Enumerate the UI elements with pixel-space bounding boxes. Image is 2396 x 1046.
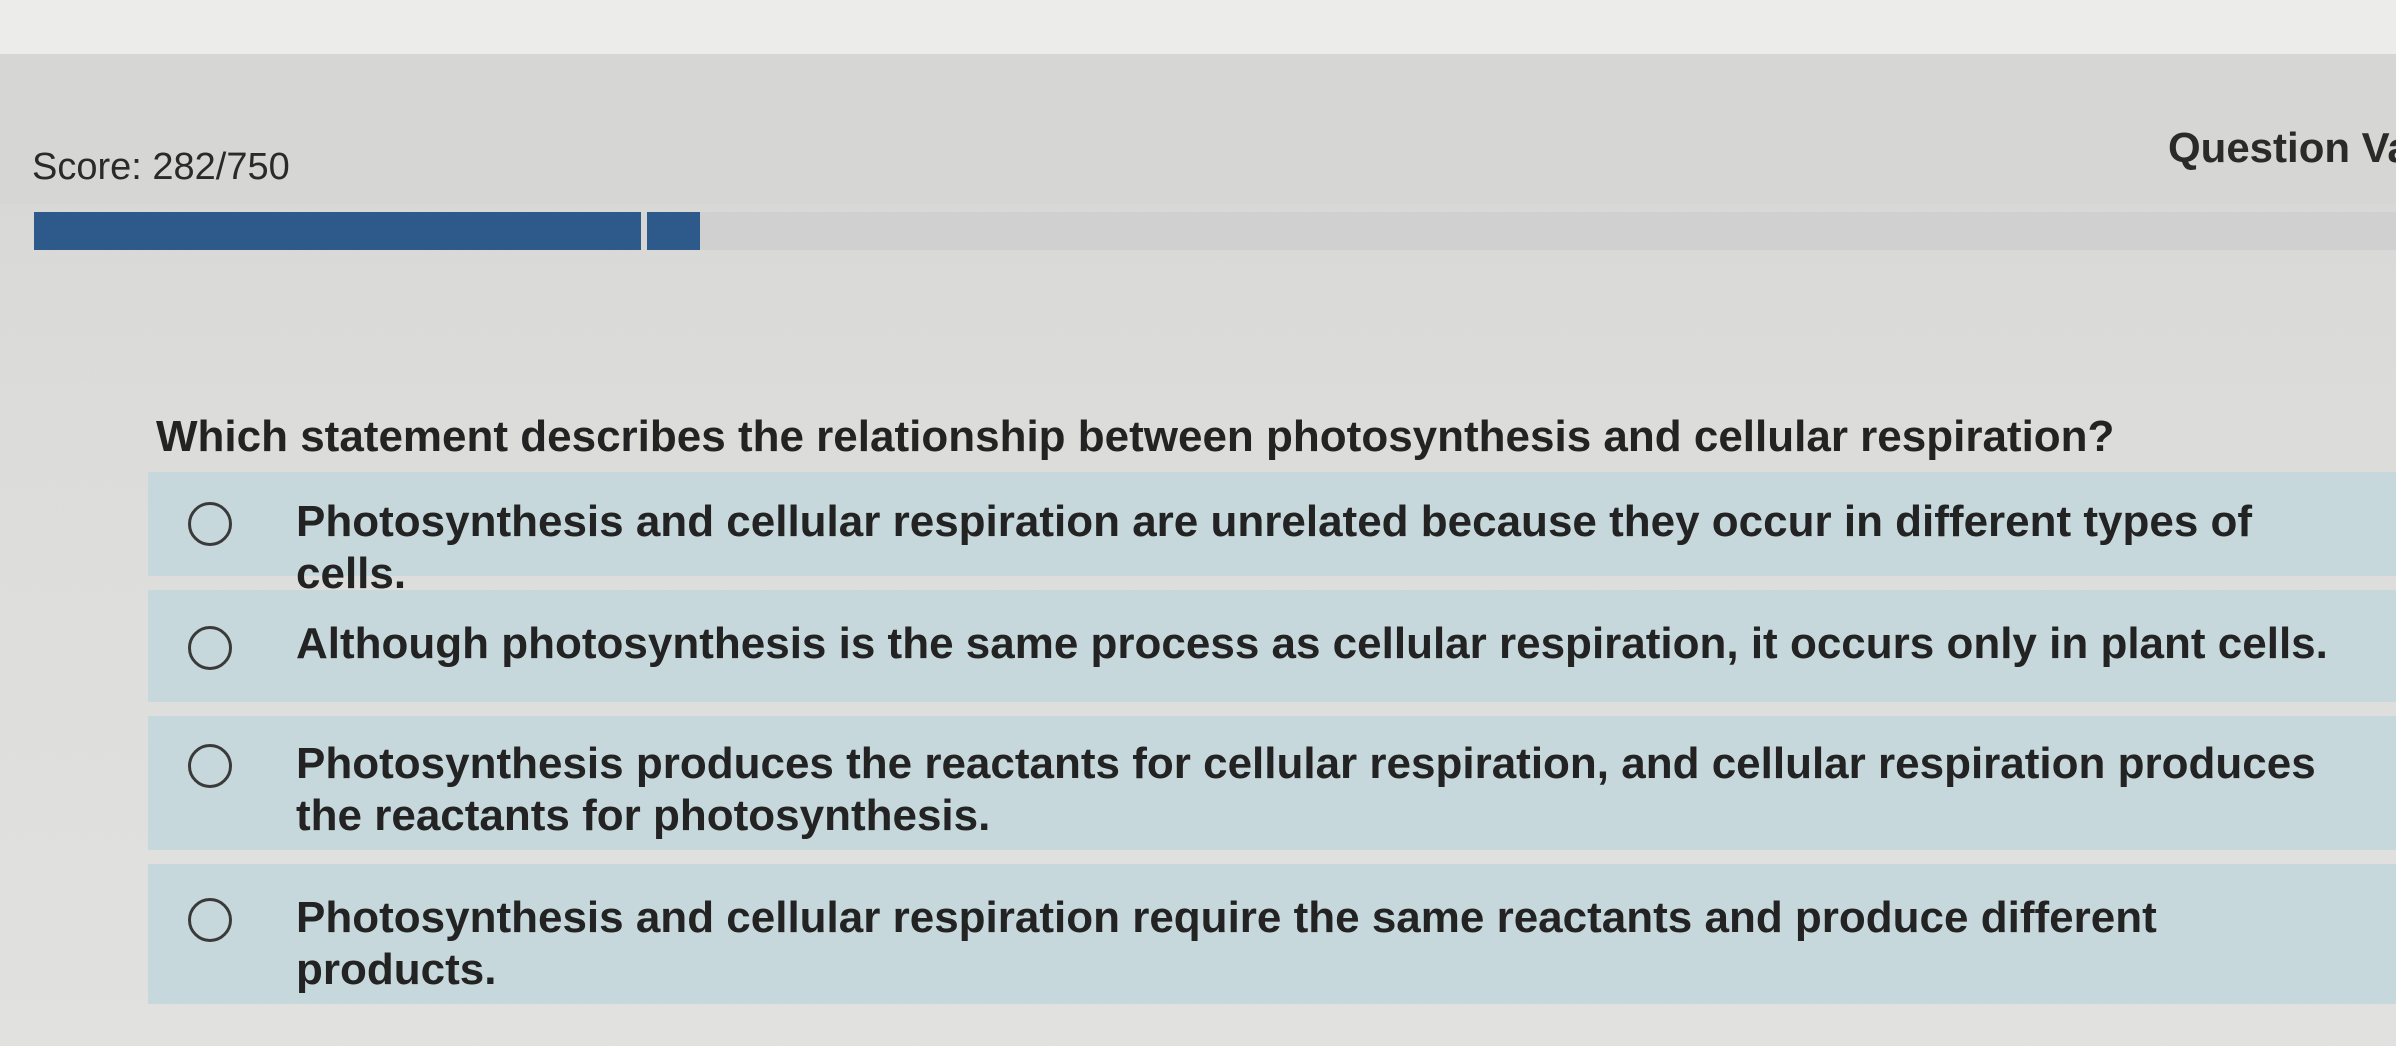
radio-button-icon[interactable] <box>188 626 232 670</box>
answer-option-1[interactable]: Photosynthesis and cellular respiration … <box>148 472 2396 598</box>
header-band <box>0 54 2396 204</box>
answer-options: Photosynthesis and cellular respiration … <box>148 472 2396 1018</box>
progress-fill <box>34 212 700 250</box>
radio-button-icon[interactable] <box>188 744 232 788</box>
answer-option-4[interactable]: Photosynthesis and cellular respiration … <box>148 864 2396 1004</box>
answer-option-2[interactable]: Although photosynthesis is the same proc… <box>148 590 2396 702</box>
answer-option-label: Photosynthesis and cellular respiration … <box>296 893 2157 994</box>
radio-button-icon[interactable] <box>188 502 232 546</box>
answer-option-label: Photosynthesis and cellular respiration … <box>296 497 2253 598</box>
answer-option-label: Although photosynthesis is the same proc… <box>296 619 2328 668</box>
answer-option-3[interactable]: Photosynthesis produces the reactants fo… <box>148 716 2396 850</box>
score-label: Score: 282/750 <box>32 146 290 188</box>
question-prompt: Which statement describes the relationsh… <box>156 412 2115 461</box>
answer-option-label: Photosynthesis produces the reactants fo… <box>296 739 2316 840</box>
radio-button-icon[interactable] <box>188 898 232 942</box>
progress-segment-divider <box>641 212 647 250</box>
question-value-label: Question Val <box>2168 124 2396 171</box>
progress-bar <box>34 212 2396 250</box>
top-strip <box>0 0 2396 54</box>
